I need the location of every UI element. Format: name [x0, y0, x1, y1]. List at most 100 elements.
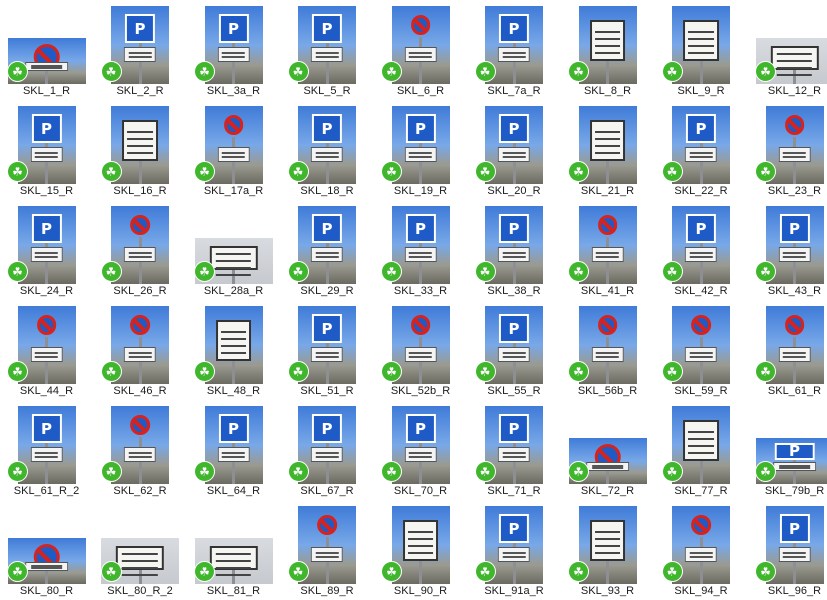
file-item[interactable]: ☘SKL_52b_R [374, 300, 467, 400]
text-sign-icon [116, 546, 164, 570]
no-parking-sign-icon [224, 115, 244, 135]
file-item[interactable]: ☘SKL_62_R [94, 400, 187, 500]
info-plate [124, 347, 156, 363]
file-item[interactable]: ☘SKL_96_R [748, 500, 827, 600]
file-item[interactable]: ☘SKL_15_R [0, 100, 93, 200]
shared-overlay-icon: ☘ [195, 162, 214, 181]
file-item[interactable]: ☘SKL_5_R [281, 0, 374, 100]
file-item[interactable]: ☘SKL_22_R [655, 100, 748, 200]
shared-overlay-icon: ☘ [102, 262, 121, 281]
file-item[interactable]: ☘SKL_93_R [561, 500, 654, 600]
file-name: SKL_81_R [187, 585, 280, 597]
file-item[interactable]: ☘SKL_7a_R [468, 0, 561, 100]
file-item[interactable]: ☘SKL_28a_R [187, 200, 280, 300]
file-name: SKL_56b_R [561, 385, 654, 397]
parking-sign-icon [499, 214, 529, 244]
file-item[interactable]: ☘SKL_9_R [655, 0, 748, 100]
file-item[interactable]: ☘SKL_18_R [281, 100, 374, 200]
no-parking-sign-icon [785, 115, 805, 135]
file-item[interactable]: ☘SKL_70_R [374, 400, 467, 500]
parking-sign-icon [779, 514, 809, 544]
no-parking-sign-icon [130, 215, 150, 235]
file-item[interactable]: ☘SKL_59_R [655, 300, 748, 400]
text-sign-icon [122, 120, 158, 161]
file-item[interactable]: ☘SKL_43_R [748, 200, 827, 300]
file-item[interactable]: ☘SKL_61_R_2 [0, 400, 93, 500]
info-plate [404, 247, 436, 263]
file-item[interactable]: ☘SKL_24_R [0, 200, 93, 300]
file-item[interactable]: ☘SKL_91a_R [468, 500, 561, 600]
file-item[interactable]: ☘SKL_8_R [561, 0, 654, 100]
info-plate [404, 47, 436, 63]
file-item[interactable]: ☘SKL_3a_R [187, 0, 280, 100]
file-item[interactable]: ☘SKL_71_R [468, 400, 561, 500]
file-item[interactable]: ☘SKL_42_R [655, 200, 748, 300]
file-item[interactable]: ☘SKL_56b_R [561, 300, 654, 400]
no-parking-sign-icon [785, 315, 805, 335]
info-plate [124, 247, 156, 263]
file-item[interactable]: ☘SKL_79b_R [748, 400, 827, 500]
file-item[interactable]: ☘SKL_12_R [748, 0, 827, 100]
shared-overlay-icon: ☘ [663, 162, 682, 181]
file-item[interactable]: ☘SKL_6_R [374, 0, 467, 100]
file-item[interactable]: ☘SKL_44_R [0, 300, 93, 400]
file-item[interactable]: ☘SKL_20_R [468, 100, 561, 200]
file-name: SKL_16_R [94, 185, 187, 197]
file-name: SKL_70_R [374, 485, 467, 497]
info-plate [773, 462, 817, 471]
file-item[interactable]: ☘SKL_1_R [0, 0, 93, 100]
file-item[interactable]: ☘SKL_81_R [187, 500, 280, 600]
shared-overlay-icon: ☘ [382, 162, 401, 181]
file-name: SKL_41_R [561, 285, 654, 297]
file-item[interactable]: ☘SKL_51_R [281, 300, 374, 400]
file-item[interactable]: ☘ SKL_19_R [374, 100, 467, 200]
file-item[interactable]: ☘SKL_80_R_2 [94, 500, 187, 600]
file-item[interactable]: ☘SKL_61_R [748, 300, 827, 400]
file-name: SKL_48_R [187, 385, 280, 397]
file-name: SKL_20_R [468, 185, 561, 197]
shared-overlay-icon: ☘ [102, 162, 121, 181]
file-name: SKL_7a_R [468, 85, 561, 97]
file-item[interactable]: ☘SKL_23_R [748, 100, 827, 200]
parking-sign-icon [312, 314, 342, 344]
file-name: SKL_64_R [187, 485, 280, 497]
file-item[interactable]: ☘SKL_90_R [374, 500, 467, 600]
file-item[interactable]: ☘SKL_26_R [94, 200, 187, 300]
shared-overlay-icon: ☘ [663, 62, 682, 81]
info-plate [498, 547, 530, 563]
info-plate [498, 147, 530, 163]
file-item[interactable]: ☘SKL_55_R [468, 300, 561, 400]
text-sign-icon [216, 320, 252, 361]
file-item[interactable]: ☘SKL_21_R [561, 100, 654, 200]
parking-sign-icon [499, 114, 529, 144]
file-name: SKL_80_R_2 [94, 585, 187, 597]
file-item[interactable]: ☘SKL_80_R [0, 500, 93, 600]
file-grid: ☘SKL_1_R☘SKL_2_R☘SKL_3a_R☘SKL_5_R☘SKL_6_… [0, 0, 827, 598]
file-item[interactable]: ☘SKL_33_R [374, 200, 467, 300]
file-item[interactable]: ☘SKL_17a_R [187, 100, 280, 200]
file-item[interactable]: ☘SKL_67_R [281, 400, 374, 500]
parking-sign-icon [405, 414, 435, 444]
file-name: SKL_19_R [374, 185, 467, 197]
file-item[interactable]: ☘SKL_2_R [94, 0, 187, 100]
file-item[interactable]: ☘SKL_64_R [187, 400, 280, 500]
file-name: SKL_38_R [468, 285, 561, 297]
file-name: SKL_28a_R [187, 285, 280, 297]
info-plate [124, 447, 156, 463]
info-plate [404, 147, 436, 163]
file-item[interactable]: ☘SKL_72_R [561, 400, 654, 500]
parking-sign-icon [499, 14, 529, 44]
file-name: SKL_90_R [374, 585, 467, 597]
file-item[interactable]: ☘SKL_38_R [468, 200, 561, 300]
file-item[interactable]: ☘SKL_29_R [281, 200, 374, 300]
file-item[interactable]: ☘ SKL_16_R [94, 100, 187, 200]
file-item[interactable]: ☘SKL_48_R [187, 300, 280, 400]
file-item[interactable]: ☘SKL_46_R [94, 300, 187, 400]
file-name: SKL_89_R [281, 585, 374, 597]
file-item[interactable]: ☘SKL_41_R [561, 200, 654, 300]
shared-overlay-icon: ☘ [663, 462, 682, 481]
file-item[interactable]: ☘SKL_77_R [655, 400, 748, 500]
shared-overlay-icon: ☘ [289, 462, 308, 481]
file-item[interactable]: ☘SKL_94_R [655, 500, 748, 600]
file-item[interactable]: ☘SKL_89_R [281, 500, 374, 600]
